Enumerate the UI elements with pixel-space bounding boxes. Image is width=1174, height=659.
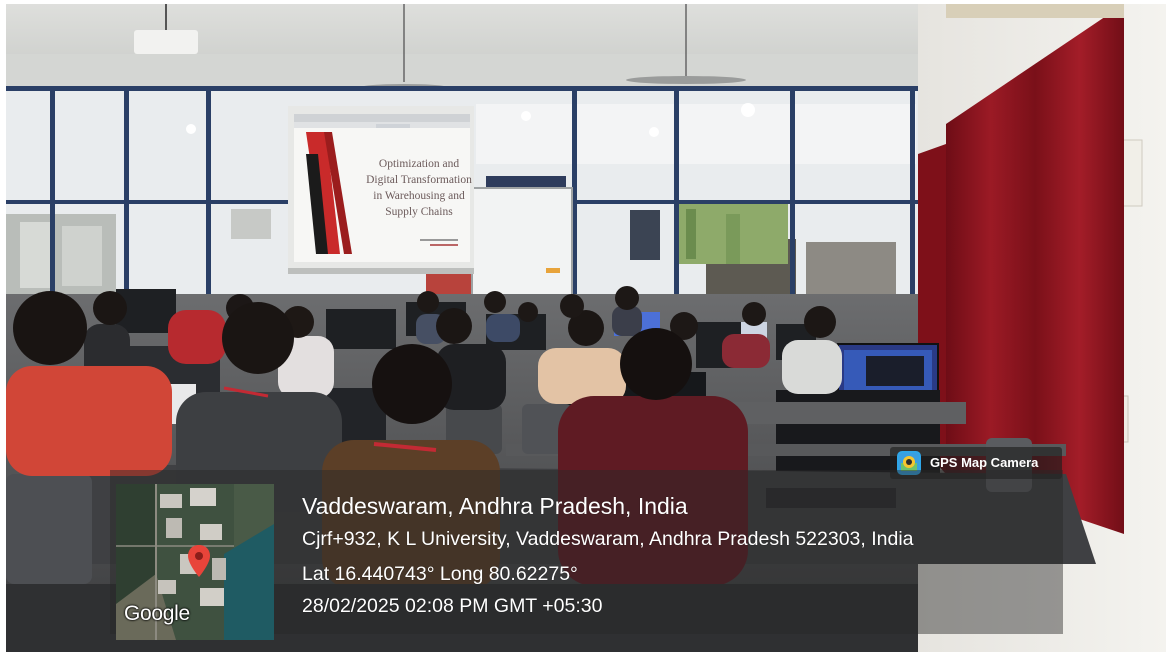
capture-datetime: 28/02/2025 02:08 PM GMT +05:30 [302, 595, 603, 617]
slide-author-lines [420, 239, 458, 246]
location-address: Cjrf+932, K L University, Vaddeswaram, A… [302, 528, 914, 550]
location-title: Vaddeswaram, Andhra Pradesh, India [302, 493, 688, 519]
map-thumbnail: Google [116, 484, 274, 640]
projector-slide: Optimization and Digital Transformation … [294, 114, 472, 262]
location-coordinates: Lat 16.440743° Long 80.62275° [302, 563, 578, 585]
google-logo: Google [124, 602, 190, 625]
gps-map-camera-label: GPS Map Camera [930, 455, 1039, 470]
slide-title: Optimization and Digital Transformation … [366, 158, 472, 218]
map-pin-icon [188, 545, 210, 577]
slide-header-banner [376, 124, 410, 128]
